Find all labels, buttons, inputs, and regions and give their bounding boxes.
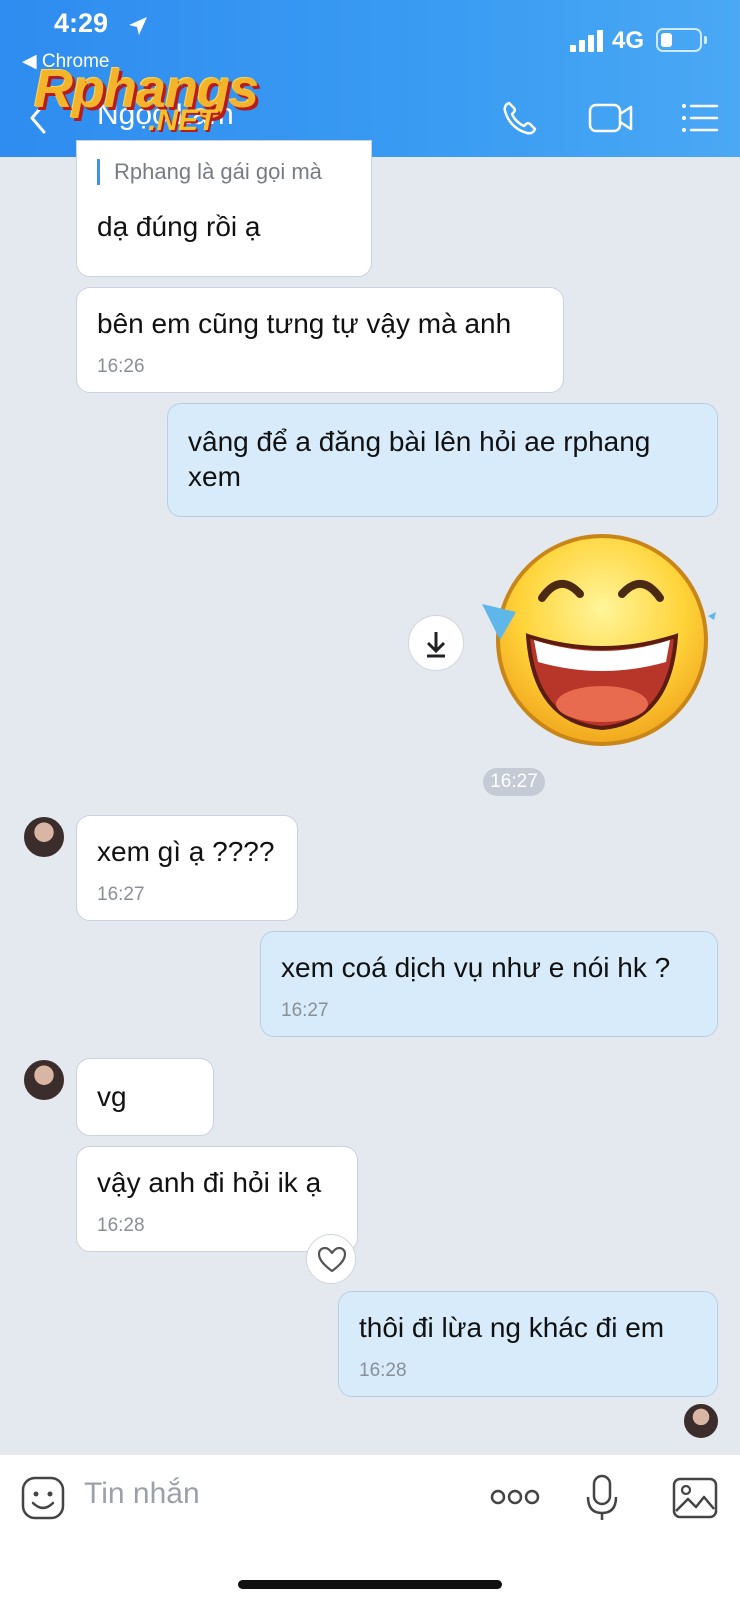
video-icon[interactable] (588, 98, 634, 138)
seen-avatar (682, 1402, 720, 1440)
message-time: 16:26 (97, 356, 145, 377)
message-text: vâng để a đăng bài lên hỏi ae rphang xem (188, 426, 651, 492)
download-button[interactable] (408, 615, 464, 671)
message-bubble-incoming[interactable]: Rphang là gái gọi mà dạ đúng rồi ạ (76, 140, 372, 277)
message-time: 16:27 (281, 1000, 329, 1021)
phone-icon[interactable] (500, 98, 540, 138)
avatar[interactable] (22, 815, 66, 859)
chat-header: 4:29 ◀ Chrome 4G Ngọc Lam Rphangs .NET (0, 0, 740, 157)
message-bubble-incoming[interactable]: vg (76, 1058, 214, 1136)
sticker-icon[interactable] (20, 1475, 66, 1521)
message-bubble-incoming[interactable]: xem gì ạ ???? 16:27 (76, 815, 298, 921)
battery-icon (656, 28, 702, 52)
message-time: 16:28 (359, 1360, 407, 1381)
image-icon[interactable] (672, 1477, 718, 1519)
message-time: 16:28 (97, 1215, 145, 1236)
home-indicator (238, 1580, 502, 1589)
location-arrow-icon (129, 17, 147, 35)
quoted-message: Rphang là gái gọi mà (97, 159, 322, 185)
status-time: 4:29 (54, 8, 109, 38)
message-bubble-incoming[interactable]: bên em cũng tưng tự vậy mà anh 16:26 (76, 287, 564, 393)
download-icon (426, 632, 446, 658)
network-type: 4G (612, 27, 645, 54)
message-text: xem gì ạ ???? (97, 836, 275, 867)
mic-icon[interactable] (584, 1473, 620, 1523)
message-text: vậy anh đi hỏi ik ạ (97, 1167, 322, 1198)
message-text: vg (97, 1081, 127, 1112)
timestamp-pill: 16:27 (483, 768, 545, 796)
message-bubble-outgoing[interactable]: thôi đi lừa ng khác đi em 16:28 (338, 1291, 718, 1397)
message-text: dạ đúng rồi ạ (97, 211, 261, 242)
message-time: 16:27 (97, 884, 145, 905)
message-text: thôi đi lừa ng khác đi em (359, 1312, 665, 1343)
message-bubble-outgoing[interactable]: vâng để a đăng bài lên hỏi ae rphang xem (167, 403, 718, 517)
message-text: xem coá dịch vụ như e nói hk ? (281, 952, 671, 983)
more-icon[interactable] (490, 1487, 540, 1507)
watermark-logo: Rphangs (34, 59, 259, 119)
message-input[interactable]: Tin nhắn (84, 1477, 200, 1511)
message-text: bên em cũng tưng tự vậy mà anh (97, 308, 512, 339)
heart-icon (317, 1246, 347, 1273)
message-bubble-outgoing[interactable]: xem coá dịch vụ như e nói hk ? 16:27 (260, 931, 718, 1037)
avatar[interactable] (22, 1058, 66, 1102)
react-heart-button[interactable] (306, 1234, 356, 1284)
signal-icon (570, 30, 603, 52)
battery-cap (704, 36, 707, 44)
menu-list-icon[interactable] (680, 98, 720, 138)
message-composer: Tin nhắn (0, 1455, 740, 1600)
watermark-logo-suffix: .NET (148, 104, 217, 137)
laughing-emoji-sticker[interactable] (480, 532, 720, 752)
